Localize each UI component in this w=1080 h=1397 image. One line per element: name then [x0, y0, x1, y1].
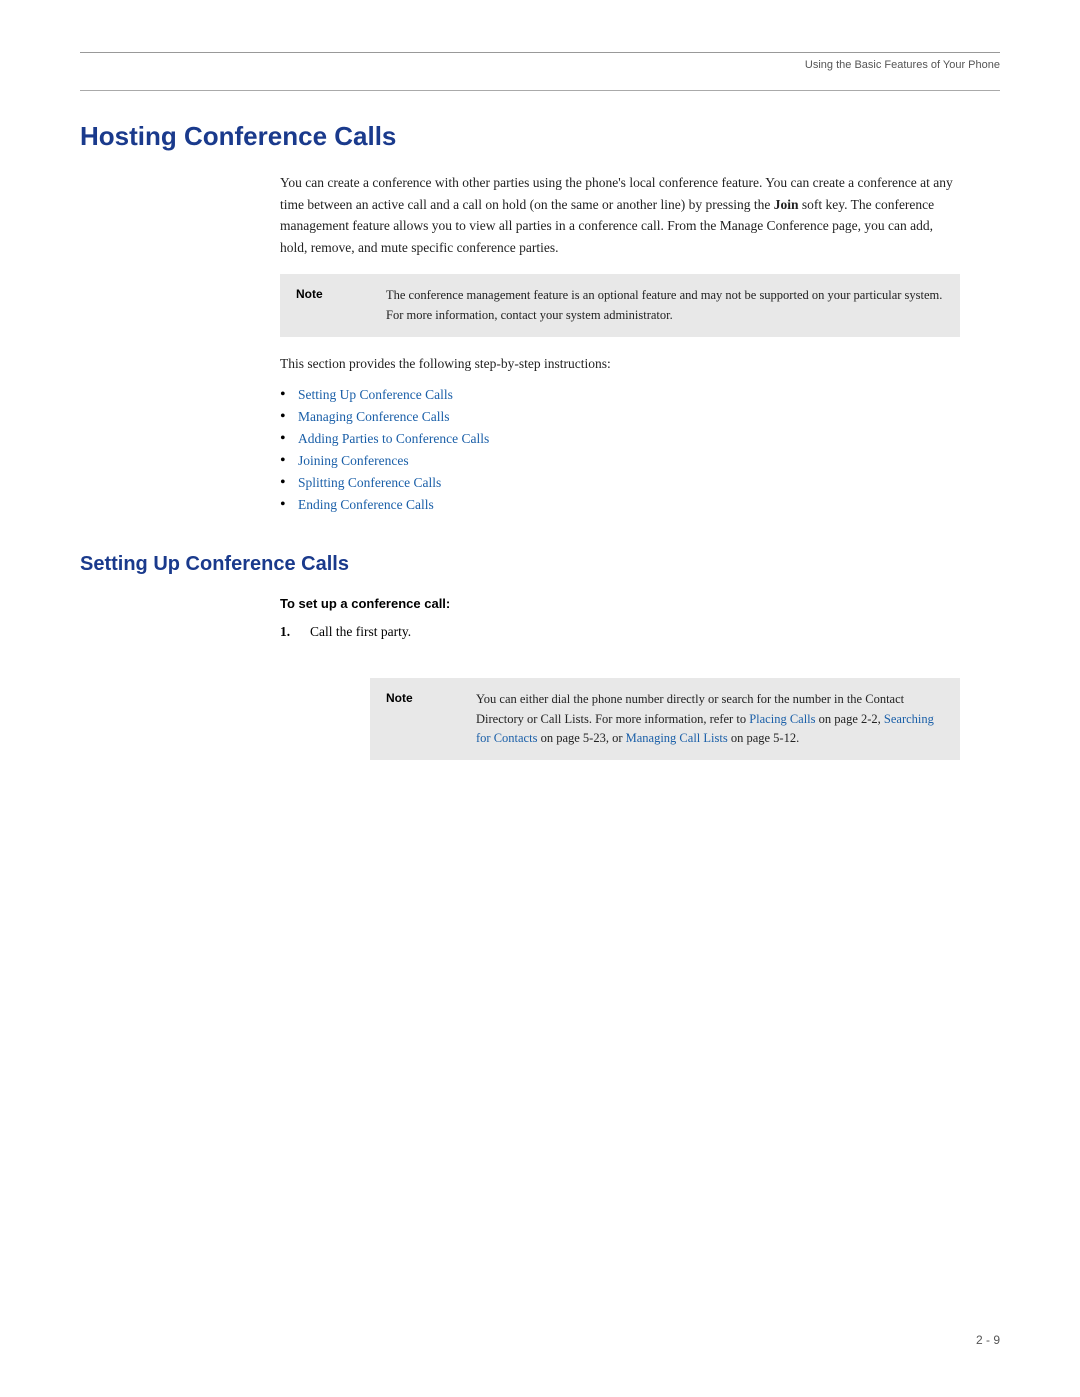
setting-up-title: Setting Up Conference Calls: [80, 553, 1000, 576]
list-item: Setting Up Conference Calls: [280, 387, 960, 403]
link-managing[interactable]: Managing Conference Calls: [298, 409, 449, 425]
link-joining[interactable]: Joining Conferences: [298, 453, 409, 469]
header-text: Using the Basic Features of Your Phone: [805, 59, 1000, 71]
list-item: Splitting Conference Calls: [280, 475, 960, 491]
list-item: Managing Conference Calls: [280, 409, 960, 425]
hosting-body: You can create a conference with other p…: [280, 172, 960, 258]
step-1: 1. Call the first party.: [280, 621, 960, 643]
link-placing-calls[interactable]: Placing Calls: [749, 712, 815, 726]
toc-list: Setting Up Conference Calls Managing Con…: [280, 387, 960, 513]
link-adding-parties[interactable]: Adding Parties to Conference Calls: [298, 431, 489, 447]
steps-list: 1. Call the first party.: [280, 621, 960, 643]
procedure-label: To set up a conference call:: [280, 596, 960, 611]
header-divider: [80, 90, 1000, 91]
list-item: Ending Conference Calls: [280, 497, 960, 513]
page-number: 2 - 9: [976, 1333, 1000, 1347]
setup-note-label: Note: [386, 690, 476, 705]
hosting-content: You can create a conference with other p…: [280, 172, 960, 513]
list-item: Adding Parties to Conference Calls: [280, 431, 960, 447]
hosting-note-text: The conference management feature is an …: [386, 286, 944, 325]
setting-up-content: To set up a conference call: 1. Call the…: [280, 596, 960, 777]
link-ending[interactable]: Ending Conference Calls: [298, 497, 434, 513]
page: Using the Basic Features of Your Phone H…: [0, 0, 1080, 1397]
hosting-note-box: Note The conference management feature i…: [280, 274, 960, 337]
page-header: Using the Basic Features of Your Phone: [80, 52, 1000, 71]
link-setting-up[interactable]: Setting Up Conference Calls: [298, 387, 453, 403]
step-text: Call the first party.: [310, 621, 411, 643]
intro-text: This section provides the following step…: [280, 353, 960, 375]
main-content: Hosting Conference Calls You can create …: [80, 121, 1000, 776]
hosting-title: Hosting Conference Calls: [80, 121, 1000, 152]
step-number: 1.: [280, 621, 300, 643]
setup-note-box: Note You can either dial the phone numbe…: [280, 662, 960, 776]
link-managing-call-lists[interactable]: Managing Call Lists: [626, 731, 728, 745]
hosting-note-label: Note: [296, 286, 386, 301]
list-item: Joining Conferences: [280, 453, 960, 469]
setup-note-text: You can either dial the phone number dir…: [476, 690, 944, 748]
link-splitting[interactable]: Splitting Conference Calls: [298, 475, 441, 491]
setup-note-container: Note You can either dial the phone numbe…: [370, 678, 960, 760]
